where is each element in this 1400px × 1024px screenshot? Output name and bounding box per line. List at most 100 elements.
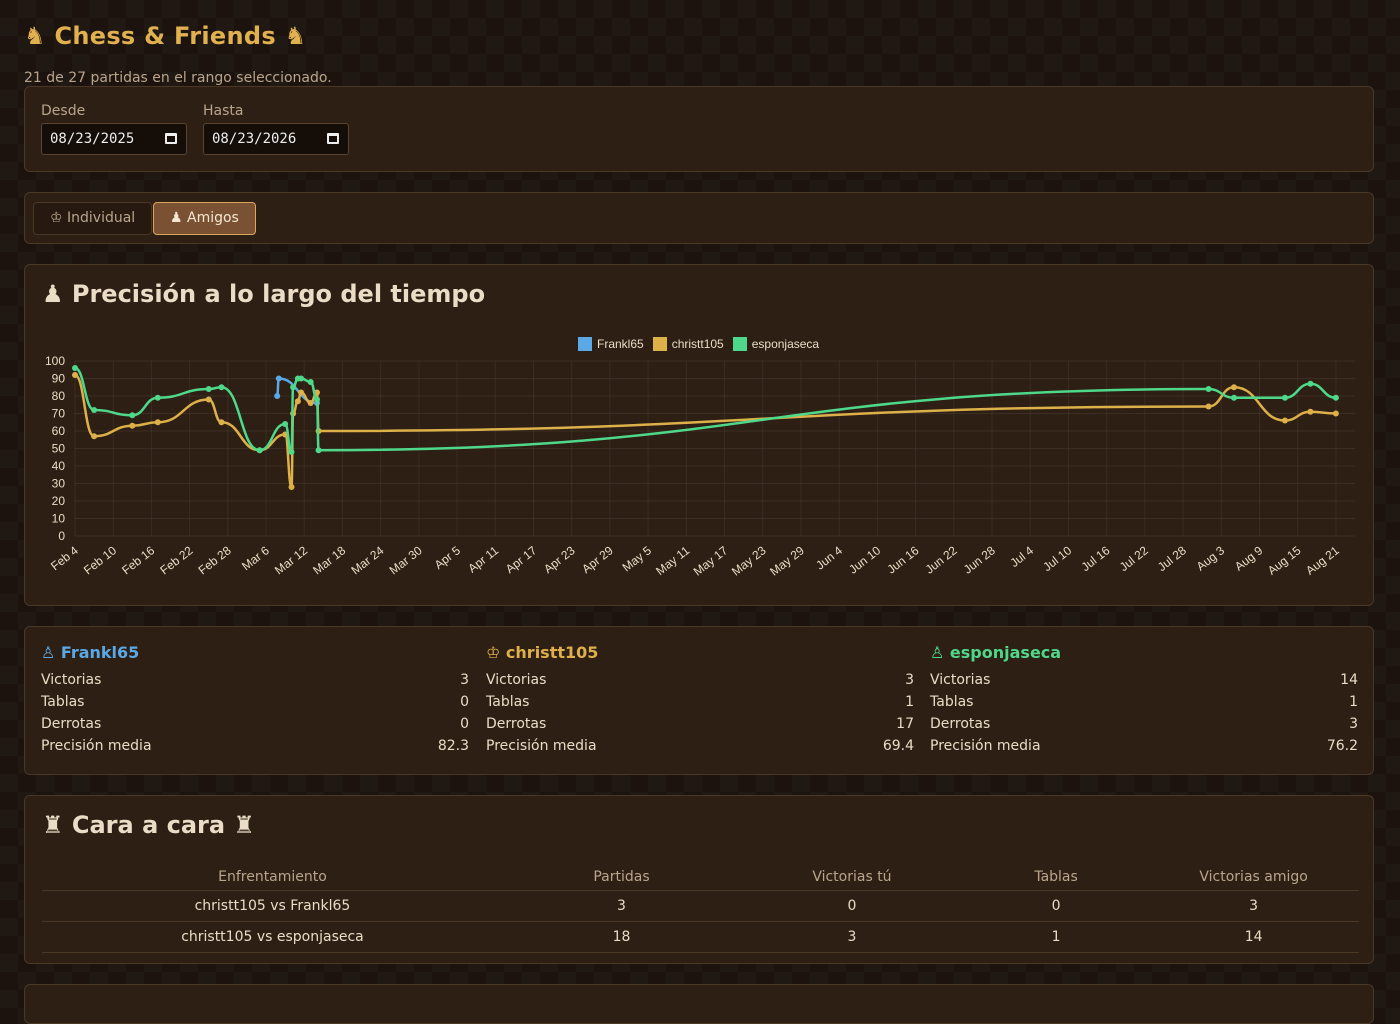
data-point-christt105 (91, 433, 98, 440)
y-tick-label: 70 (52, 407, 66, 421)
stat-label: Precisión media (930, 738, 1041, 754)
stat-label: Tablas (930, 694, 974, 710)
player-piece-icon: ♙ (930, 643, 945, 662)
series-line-esponjaseca (74, 366, 1337, 454)
stat-row: Victorias 3 (41, 669, 469, 691)
stat-value: 3 (460, 672, 469, 688)
head-to-head-table: Enfrentamiento Partidas Victorias tú Tablas… (42, 864, 1359, 953)
to-date-input[interactable]: 08/23/2026 (203, 123, 349, 155)
data-point-esponjaseca (205, 386, 212, 392)
stat-row: Tablas 0 (41, 691, 469, 713)
data-point-frankl65 (274, 393, 281, 399)
data-point-christt105 (218, 419, 225, 426)
column-header: Tablas (963, 864, 1149, 891)
data-point-christt105 (1332, 410, 1339, 417)
to-label: Hasta (203, 103, 244, 119)
x-tick-label: Aug 9 (1232, 543, 1266, 574)
from-label: Desde (41, 103, 86, 119)
x-tick-label: May 17 (691, 543, 731, 578)
x-tick-label: Feb 16 (119, 543, 157, 577)
player-name: ♙ Frankl65 (41, 643, 469, 663)
data-point-esponjaseca (1307, 380, 1314, 387)
from-date-value: 08/23/2025 (50, 131, 135, 147)
x-tick-label: Apr 23 (541, 543, 578, 576)
stat-value: 69.4 (882, 738, 914, 754)
x-tick-label: Feb 22 (157, 543, 195, 577)
stat-row: Derrotas 3 (930, 713, 1358, 735)
stat-label: Tablas (486, 694, 530, 710)
calendar-icon[interactable] (165, 133, 177, 144)
stat-row: Tablas 1 (486, 691, 914, 713)
x-tick-label: Mar 6 (239, 543, 272, 573)
table-cell: christt105 vs Frankl65 (42, 890, 503, 922)
x-tick-label: May 29 (767, 543, 807, 578)
stat-value: 3 (1349, 716, 1358, 732)
data-point-esponjaseca (298, 375, 305, 382)
stat-label: Derrotas (41, 716, 102, 732)
stat-label: Derrotas (486, 716, 547, 732)
from-date-input[interactable]: 08/23/2025 (41, 123, 187, 155)
x-tick-label: May 23 (729, 543, 769, 578)
stat-label: Derrotas (930, 716, 991, 732)
view-tabs-panel: ♔ Individual ♟ Amigos (24, 192, 1374, 244)
x-tick-label: Apr 29 (579, 543, 616, 576)
data-point-esponjaseca (313, 396, 320, 403)
tab-individual[interactable]: ♔ Individual (33, 202, 153, 235)
y-tick-label: 90 (52, 372, 66, 386)
player-stats-esponjaseca: ♙ esponjaseca Victorias 14 Tablas 1 Derrotas 3… (930, 643, 1358, 757)
stat-value: 1 (1349, 694, 1358, 710)
data-point-esponjaseca (91, 407, 98, 413)
x-tick-label: Mar 30 (387, 543, 425, 577)
stat-row: Tablas 1 (930, 691, 1358, 713)
x-tick-label: Aug 3 (1194, 543, 1228, 574)
stat-label: Precisión media (41, 738, 152, 754)
x-tick-label: Jun 28 (961, 543, 998, 576)
data-point-christt105 (1205, 403, 1212, 410)
table-cell: 3 (740, 921, 964, 953)
calendar-icon[interactable] (327, 133, 339, 144)
table-row: christt105 vs esponjaseca 18 3 1 14 (42, 921, 1359, 953)
x-tick-label: Jul 22 (1117, 543, 1151, 574)
stat-row: Precisión media 82.3 (41, 735, 469, 757)
tab-amigos[interactable]: ♟ Amigos (153, 202, 256, 235)
table-header-row: Enfrentamiento Partidas Victorias tú Tablas… (42, 864, 1359, 891)
data-point-christt105 (205, 396, 212, 403)
data-point-christt105 (154, 419, 161, 426)
data-point-christt105 (129, 422, 136, 429)
data-point-esponjaseca (307, 379, 314, 385)
y-tick-label: 100 (45, 354, 65, 368)
data-point-esponjaseca (1281, 394, 1288, 401)
x-tick-label: Jun 4 (813, 543, 845, 572)
x-tick-label: Jul 10 (1040, 543, 1074, 574)
accuracy-chart-panel: ♟ Precisión a lo largo del tiempo Frankl… (24, 264, 1374, 606)
stat-row: Victorias 14 (930, 669, 1358, 691)
x-tick-label: Feb 10 (81, 543, 119, 577)
data-point-esponjaseca (1332, 394, 1339, 401)
data-point-esponjaseca (290, 384, 297, 391)
table-cell: christt105 vs esponjaseca (42, 921, 503, 953)
x-tick-label: Feb 28 (196, 543, 234, 577)
y-tick-label: 80 (52, 389, 66, 403)
stat-row: Precisión media 69.4 (486, 735, 914, 757)
x-tick-label: Mar 24 (348, 543, 386, 577)
head-to-head-panel: ♜ Cara a cara ♜ Enfrentamiento Partidas Vi… (24, 795, 1374, 964)
accuracy-line-chart[interactable]: 0102030405060708090100Feb 4 Feb 10 Feb 16 F… (25, 265, 1373, 605)
player-piece-icon: ♔ (486, 643, 501, 662)
data-point-christt105 (72, 372, 78, 378)
player-name-text: Frankl65 (60, 643, 140, 662)
data-point-esponjaseca (256, 447, 263, 454)
data-point-christt105 (294, 398, 301, 405)
y-tick-label: 20 (52, 494, 66, 508)
stat-label: Victorias (930, 672, 991, 688)
x-tick-label: Jun 22 (923, 543, 960, 576)
stat-value: 1 (905, 694, 914, 710)
y-tick-label: 50 (52, 442, 66, 456)
y-tick-label: 40 (52, 459, 66, 473)
stat-row: Derrotas 17 (486, 713, 914, 735)
data-point-christt105 (1231, 384, 1238, 391)
table-cell: 14 (1148, 921, 1359, 953)
column-header: Victorias tú (740, 864, 964, 891)
player-stats-christt105: ♔ christt105 Victorias 3 Tablas 1 Derrotas 17 P… (486, 643, 914, 757)
games-count-text: 21 de 27 partidas en el rango selecciona… (24, 70, 332, 86)
x-tick-label: Jul 28 (1155, 543, 1189, 574)
